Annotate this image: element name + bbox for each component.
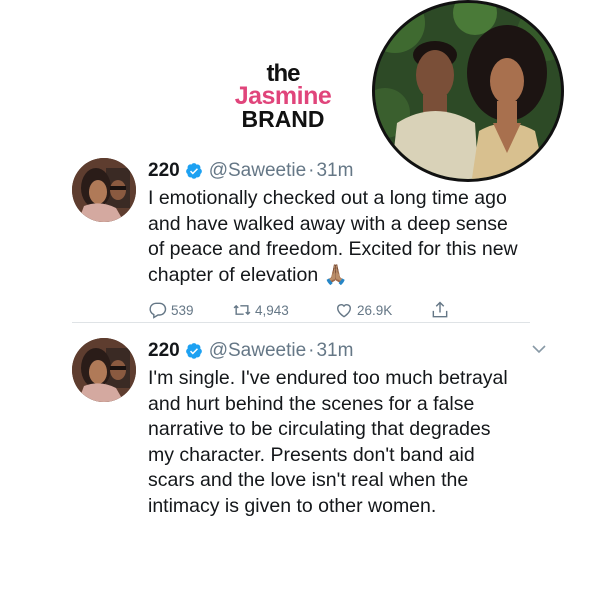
avatar-image bbox=[72, 338, 136, 402]
couple-photo-image bbox=[375, 3, 561, 179]
reply-button[interactable]: 539 bbox=[148, 300, 232, 320]
retweet-icon bbox=[233, 305, 251, 316]
avatar-image bbox=[72, 158, 136, 222]
logo-brand: BRAND bbox=[241, 106, 325, 132]
tweet-divider bbox=[72, 322, 530, 323]
tweet-avatar[interactable] bbox=[72, 338, 136, 402]
separator-dot: · bbox=[308, 340, 315, 361]
retweet-button[interactable]: 4,943 bbox=[232, 300, 334, 320]
couple-photo bbox=[372, 0, 564, 182]
tweet-text: I emotionally checked out a long time ag… bbox=[148, 187, 518, 286]
handle[interactable]: @Saweetie bbox=[209, 160, 306, 182]
tweet-header: 220 @Saweetie · 31m bbox=[148, 338, 538, 364]
tweet-header: 220 @Saweetie · 31m bbox=[148, 158, 538, 184]
tweet-actions: 539 4,943 26.9K bbox=[148, 300, 538, 320]
chevron-down-icon[interactable] bbox=[532, 344, 546, 354]
timestamp[interactable]: 31m bbox=[316, 160, 353, 182]
brand-logo: the Jasmine BRAND bbox=[228, 62, 338, 131]
separator-dot: · bbox=[308, 160, 315, 181]
timestamp[interactable]: 31m bbox=[316, 340, 353, 362]
handle[interactable]: @Saweetie bbox=[209, 340, 306, 362]
share-button[interactable] bbox=[430, 300, 453, 320]
tweet-text: I'm single. I've endured too much betray… bbox=[148, 367, 508, 517]
retweet-count: 4,943 bbox=[255, 302, 289, 318]
like-button[interactable]: 26.9K bbox=[334, 300, 430, 320]
display-name[interactable]: 220 bbox=[148, 160, 180, 182]
share-icon bbox=[432, 301, 448, 318]
reply-icon bbox=[149, 303, 167, 320]
reply-count: 539 bbox=[171, 302, 194, 318]
heart-icon bbox=[337, 304, 351, 318]
tweet-avatar[interactable] bbox=[72, 158, 136, 222]
verified-badge-icon bbox=[185, 343, 202, 359]
like-count: 26.9K bbox=[357, 302, 393, 318]
verified-badge-icon bbox=[185, 163, 202, 179]
display-name[interactable]: 220 bbox=[148, 340, 180, 362]
